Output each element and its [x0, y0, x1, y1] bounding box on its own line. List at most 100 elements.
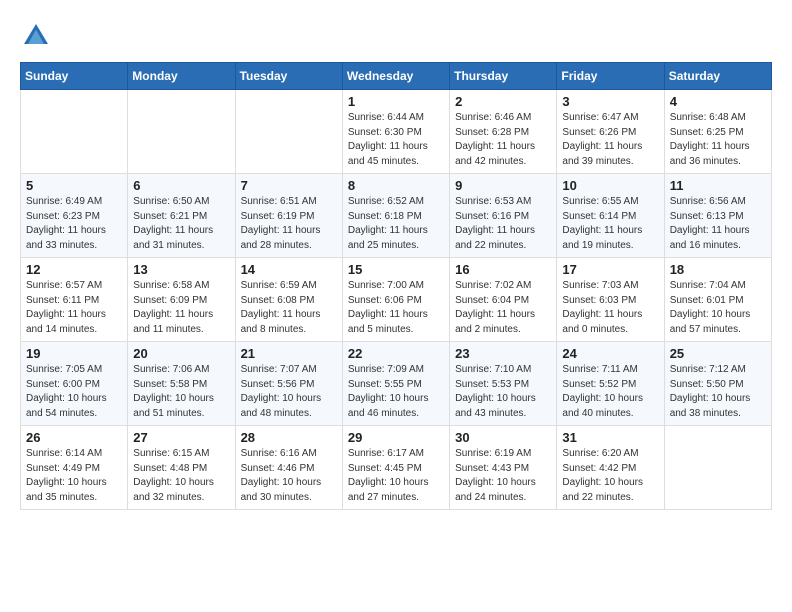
day-number: 18: [670, 262, 766, 277]
calendar-table: SundayMondayTuesdayWednesdayThursdayFrid…: [20, 62, 772, 510]
day-number: 16: [455, 262, 551, 277]
day-info: Sunrise: 6:52 AM Sunset: 6:18 PM Dayligh…: [348, 195, 444, 253]
day-info: Sunrise: 7:03 AM Sunset: 6:03 PM Dayligh…: [562, 279, 658, 337]
calendar-cell: 5 Sunrise: 6:49 AM Sunset: 6:23 PM Daylig…: [21, 174, 128, 258]
calendar-cell: 12 Sunrise: 6:57 AM Sunset: 6:11 PM Dayli…: [21, 258, 128, 342]
calendar-cell: 16 Sunrise: 7:02 AM Sunset: 6:04 PM Dayli…: [450, 258, 557, 342]
day-info: Sunrise: 6:50 AM Sunset: 6:21 PM Dayligh…: [133, 195, 229, 253]
day-number: 23: [455, 346, 551, 361]
calendar-cell: 29 Sunrise: 6:17 AM Sunset: 4:45 PM Dayli…: [342, 426, 449, 510]
day-number: 7: [241, 178, 337, 193]
day-number: 26: [26, 430, 122, 445]
day-number: 12: [26, 262, 122, 277]
day-of-week-header: Sunday: [21, 63, 128, 90]
day-info: Sunrise: 6:16 AM Sunset: 4:46 PM Dayligh…: [241, 447, 337, 505]
day-number: 1: [348, 94, 444, 109]
day-number: 19: [26, 346, 122, 361]
calendar-cell: [21, 90, 128, 174]
calendar-cell: 17 Sunrise: 7:03 AM Sunset: 6:03 PM Dayli…: [557, 258, 664, 342]
calendar-cell: 6 Sunrise: 6:50 AM Sunset: 6:21 PM Daylig…: [128, 174, 235, 258]
day-number: 21: [241, 346, 337, 361]
day-info: Sunrise: 6:46 AM Sunset: 6:28 PM Dayligh…: [455, 111, 551, 169]
day-number: 5: [26, 178, 122, 193]
day-info: Sunrise: 6:51 AM Sunset: 6:19 PM Dayligh…: [241, 195, 337, 253]
day-info: Sunrise: 7:02 AM Sunset: 6:04 PM Dayligh…: [455, 279, 551, 337]
day-info: Sunrise: 7:06 AM Sunset: 5:58 PM Dayligh…: [133, 363, 229, 421]
calendar-cell: [128, 90, 235, 174]
day-number: 20: [133, 346, 229, 361]
calendar-cell: 4 Sunrise: 6:48 AM Sunset: 6:25 PM Daylig…: [664, 90, 771, 174]
calendar-cell: 15 Sunrise: 7:00 AM Sunset: 6:06 PM Dayli…: [342, 258, 449, 342]
day-info: Sunrise: 6:55 AM Sunset: 6:14 PM Dayligh…: [562, 195, 658, 253]
day-of-week-header: Wednesday: [342, 63, 449, 90]
calendar-cell: [664, 426, 771, 510]
logo: [20, 20, 56, 52]
calendar-cell: 26Sunrise: 6:14 AM Sunset: 4:49 PM Dayli…: [21, 426, 128, 510]
day-of-week-header: Thursday: [450, 63, 557, 90]
calendar-cell: 22Sunrise: 7:09 AM Sunset: 5:55 PM Dayli…: [342, 342, 449, 426]
calendar-cell: [235, 90, 342, 174]
calendar-cell: 14 Sunrise: 6:59 AM Sunset: 6:08 PM Dayli…: [235, 258, 342, 342]
day-info: Sunrise: 6:20 AM Sunset: 4:42 PM Dayligh…: [562, 447, 658, 505]
day-number: 13: [133, 262, 229, 277]
day-info: Sunrise: 6:57 AM Sunset: 6:11 PM Dayligh…: [26, 279, 122, 337]
day-info: Sunrise: 6:19 AM Sunset: 4:43 PM Dayligh…: [455, 447, 551, 505]
day-number: 15: [348, 262, 444, 277]
day-number: 14: [241, 262, 337, 277]
calendar-cell: 31Sunrise: 6:20 AM Sunset: 4:42 PM Dayli…: [557, 426, 664, 510]
day-info: Sunrise: 7:12 AM Sunset: 5:50 PM Dayligh…: [670, 363, 766, 421]
day-number: 29: [348, 430, 444, 445]
day-info: Sunrise: 6:56 AM Sunset: 6:13 PM Dayligh…: [670, 195, 766, 253]
day-info: Sunrise: 6:15 AM Sunset: 4:48 PM Dayligh…: [133, 447, 229, 505]
day-number: 30: [455, 430, 551, 445]
calendar-cell: 21 Sunrise: 7:07 AM Sunset: 5:56 PM Dayli…: [235, 342, 342, 426]
day-number: 3: [562, 94, 658, 109]
day-info: Sunrise: 6:59 AM Sunset: 6:08 PM Dayligh…: [241, 279, 337, 337]
day-number: 2: [455, 94, 551, 109]
day-info: Sunrise: 6:58 AM Sunset: 6:09 PM Dayligh…: [133, 279, 229, 337]
calendar-cell: 2 Sunrise: 6:46 AM Sunset: 6:28 PM Daylig…: [450, 90, 557, 174]
day-info: Sunrise: 6:53 AM Sunset: 6:16 PM Dayligh…: [455, 195, 551, 253]
day-number: 27: [133, 430, 229, 445]
calendar-header-row: SundayMondayTuesdayWednesdayThursdayFrid…: [21, 63, 772, 90]
day-info: Sunrise: 7:05 AM Sunset: 6:00 PM Dayligh…: [26, 363, 122, 421]
calendar-cell: 20 Sunrise: 7:06 AM Sunset: 5:58 PM Dayli…: [128, 342, 235, 426]
day-number: 4: [670, 94, 766, 109]
day-info: Sunrise: 6:44 AM Sunset: 6:30 PM Dayligh…: [348, 111, 444, 169]
day-info: Sunrise: 6:17 AM Sunset: 4:45 PM Dayligh…: [348, 447, 444, 505]
day-info: Sunrise: 7:10 AM Sunset: 5:53 PM Dayligh…: [455, 363, 551, 421]
calendar-cell: 27 Sunrise: 6:15 AM Sunset: 4:48 PM Dayli…: [128, 426, 235, 510]
day-of-week-header: Tuesday: [235, 63, 342, 90]
calendar-cell: 23 Sunrise: 7:10 AM Sunset: 5:53 PM Dayli…: [450, 342, 557, 426]
page-header: [20, 20, 772, 52]
calendar-cell: 28 Sunrise: 6:16 AM Sunset: 4:46 PM Dayli…: [235, 426, 342, 510]
day-info: Sunrise: 7:09 AM Sunset: 5:55 PM Dayligh…: [348, 363, 444, 421]
calendar-cell: 19 Sunrise: 7:05 AM Sunset: 6:00 PM Dayli…: [21, 342, 128, 426]
calendar-cell: 11Sunrise: 6:56 AM Sunset: 6:13 PM Dayli…: [664, 174, 771, 258]
day-number: 28: [241, 430, 337, 445]
logo-icon: [20, 20, 52, 52]
calendar-cell: 25Sunrise: 7:12 AM Sunset: 5:50 PM Dayli…: [664, 342, 771, 426]
calendar-cell: 9 Sunrise: 6:53 AM Sunset: 6:16 PM Daylig…: [450, 174, 557, 258]
day-info: Sunrise: 7:00 AM Sunset: 6:06 PM Dayligh…: [348, 279, 444, 337]
day-number: 24: [562, 346, 658, 361]
day-number: 8: [348, 178, 444, 193]
day-of-week-header: Saturday: [664, 63, 771, 90]
calendar-cell: 7 Sunrise: 6:51 AM Sunset: 6:19 PM Daylig…: [235, 174, 342, 258]
day-info: Sunrise: 7:07 AM Sunset: 5:56 PM Dayligh…: [241, 363, 337, 421]
day-number: 17: [562, 262, 658, 277]
day-info: Sunrise: 7:04 AM Sunset: 6:01 PM Dayligh…: [670, 279, 766, 337]
calendar-cell: 10Sunrise: 6:55 AM Sunset: 6:14 PM Dayli…: [557, 174, 664, 258]
day-info: Sunrise: 6:48 AM Sunset: 6:25 PM Dayligh…: [670, 111, 766, 169]
calendar-cell: 18 Sunrise: 7:04 AM Sunset: 6:01 PM Dayli…: [664, 258, 771, 342]
calendar-cell: 3Sunrise: 6:47 AM Sunset: 6:26 PM Daylig…: [557, 90, 664, 174]
day-info: Sunrise: 7:11 AM Sunset: 5:52 PM Dayligh…: [562, 363, 658, 421]
day-info: Sunrise: 6:49 AM Sunset: 6:23 PM Dayligh…: [26, 195, 122, 253]
calendar-week-row: 26Sunrise: 6:14 AM Sunset: 4:49 PM Dayli…: [21, 426, 772, 510]
calendar-cell: 24 Sunrise: 7:11 AM Sunset: 5:52 PM Dayli…: [557, 342, 664, 426]
day-number: 6: [133, 178, 229, 193]
day-of-week-header: Friday: [557, 63, 664, 90]
calendar-week-row: 5 Sunrise: 6:49 AM Sunset: 6:23 PM Daylig…: [21, 174, 772, 258]
calendar-cell: 30 Sunrise: 6:19 AM Sunset: 4:43 PM Dayli…: [450, 426, 557, 510]
day-number: 9: [455, 178, 551, 193]
